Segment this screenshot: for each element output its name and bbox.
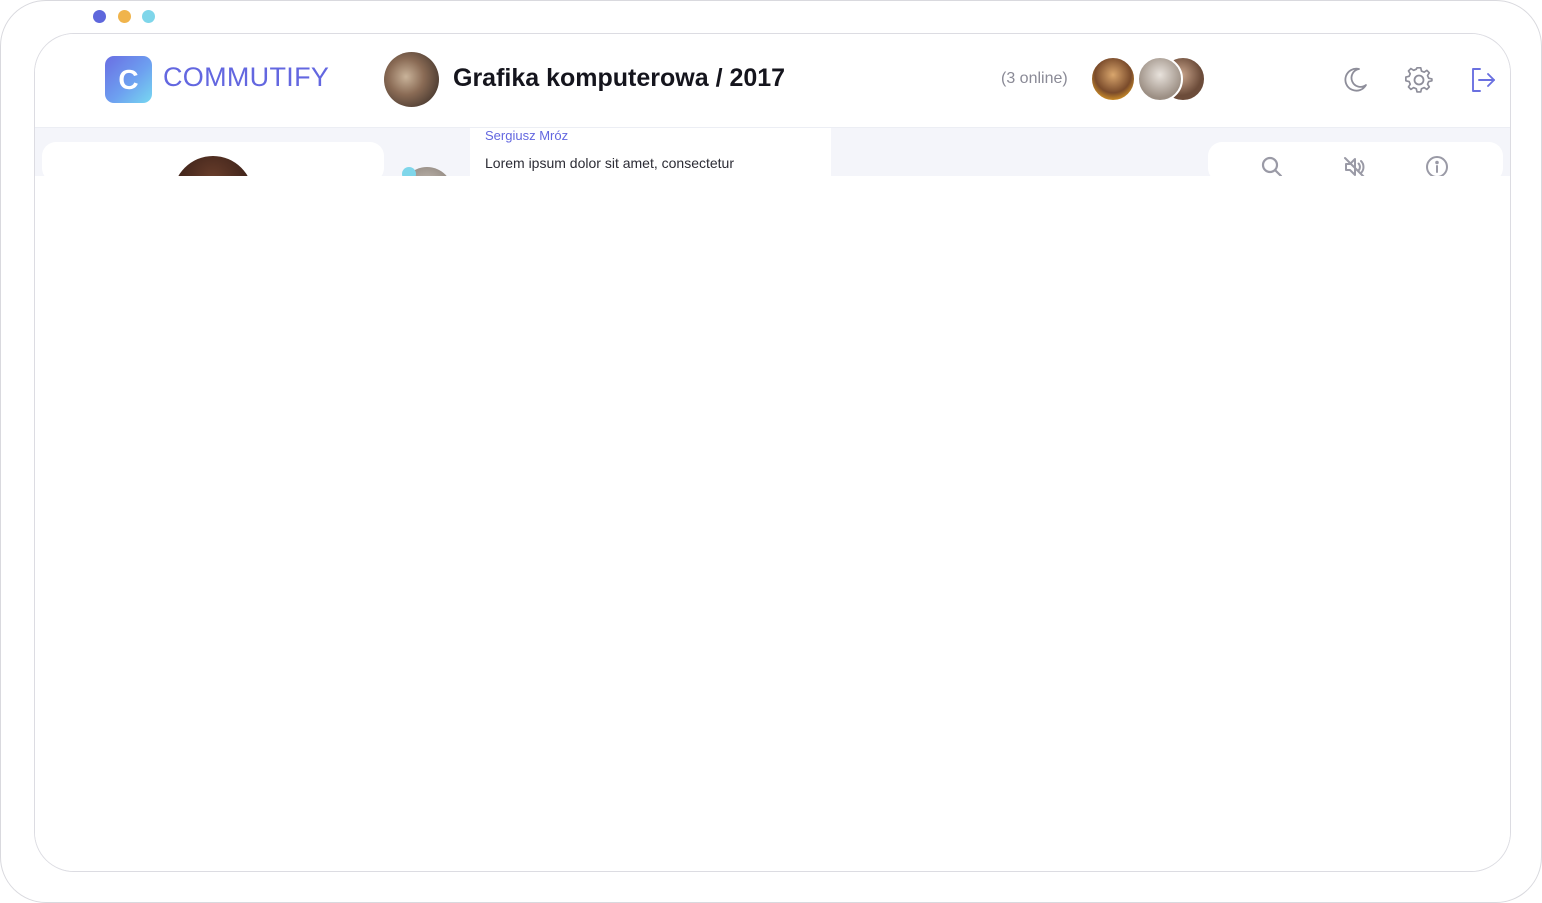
gear-icon[interactable] — [1404, 65, 1434, 95]
window-dot-blue — [93, 10, 106, 23]
brand-name[interactable]: COMMUTIFY — [163, 62, 329, 93]
message-text: Lorem ipsum dolor sit amet, consectetur — [485, 155, 734, 171]
logout-icon[interactable] — [1468, 65, 1498, 95]
app-header: C COMMUTIFY Grafika komputerowa / 2017 (… — [35, 34, 1510, 128]
window-dot-yellow — [118, 10, 131, 23]
online-count: (3 online) — [1001, 70, 1068, 87]
logo-icon[interactable]: C — [105, 56, 152, 103]
online-user-avatar[interactable] — [1090, 56, 1136, 102]
main-content-area — [35, 176, 1510, 871]
moon-icon[interactable] — [1340, 65, 1370, 95]
chat-title: Grafika komputerowa / 2017 — [453, 64, 786, 92]
device-frame: Sergiusz Mróz Lorem ipsum dolor sit amet… — [0, 0, 1542, 903]
message-author[interactable]: Sergiusz Mróz — [485, 128, 568, 143]
window-dot-cyan — [142, 10, 155, 23]
app-screen: Sergiusz Mróz Lorem ipsum dolor sit amet… — [34, 33, 1511, 872]
chat-group-avatar[interactable] — [384, 52, 439, 107]
online-user-avatar[interactable] — [1137, 56, 1183, 102]
